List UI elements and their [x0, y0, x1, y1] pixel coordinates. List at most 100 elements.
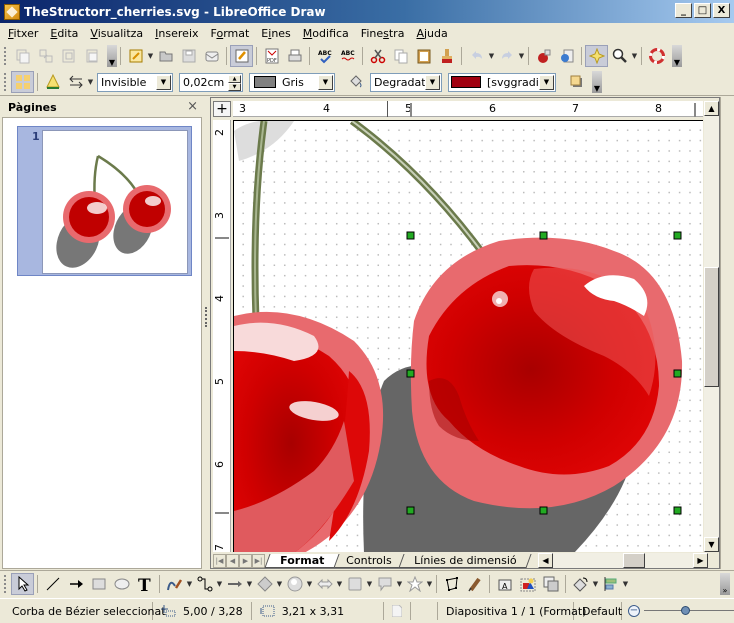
menu-format[interactable]: Format [205, 27, 256, 40]
cut-button[interactable] [366, 45, 389, 67]
align-dropdown[interactable]: ▼ [622, 580, 629, 588]
symbol-shapes-tool[interactable] [283, 573, 306, 595]
layer-tab-format[interactable]: Format [264, 553, 340, 568]
points-tool[interactable] [440, 573, 463, 595]
next-tab-button[interactable]: ▶ [239, 553, 252, 568]
select-tool[interactable] [11, 573, 34, 595]
functions-button[interactable] [585, 45, 608, 67]
gallery-button[interactable] [532, 45, 555, 67]
basic-shapes-dropdown[interactable]: ▼ [276, 580, 283, 588]
line-tool[interactable] [41, 573, 64, 595]
chevron-down-icon[interactable]: ▼ [156, 74, 171, 90]
menu-edita[interactable]: Edita [44, 27, 84, 40]
ruler-origin-button[interactable]: + [213, 101, 231, 117]
styles-button[interactable] [11, 71, 34, 93]
line-style-select[interactable]: Invisible ▼ [97, 72, 173, 92]
flowchart-tool[interactable] [343, 573, 366, 595]
line-arrow-tool[interactable] [64, 573, 87, 595]
line-width-field[interactable]: 0,02cm ▲ ▼ [179, 72, 243, 92]
connector-dropdown[interactable]: ▼ [216, 580, 223, 588]
zoom-slider[interactable] [644, 602, 734, 620]
scroll-down-button[interactable]: ▼ [704, 537, 719, 552]
document-modified-status[interactable] [382, 602, 411, 620]
undo-button[interactable] [465, 45, 488, 67]
stars-dropdown[interactable]: ▼ [426, 580, 433, 588]
callouts-dropdown[interactable]: ▼ [396, 580, 403, 588]
close-button[interactable]: X [713, 3, 730, 18]
menu-eines[interactable]: Eines [255, 27, 297, 40]
selection-handle[interactable] [406, 369, 415, 378]
toolbar-grip[interactable] [4, 575, 7, 593]
open-button[interactable] [154, 45, 177, 67]
menu-visualitza[interactable]: Visualitza [84, 27, 149, 40]
copy-page-button[interactable] [57, 45, 80, 67]
vertical-ruler[interactable]: 2 3 4 5 6 7 [213, 120, 231, 552]
selection-handle[interactable] [539, 231, 548, 240]
from-file-tool[interactable] [516, 573, 539, 595]
symbol-shapes-dropdown[interactable]: ▼ [306, 580, 313, 588]
curve-tool[interactable] [163, 573, 186, 595]
horizontal-scrollbar[interactable]: ◀ ▶ [538, 553, 708, 568]
area-fill-select[interactable]: [svggradier ▼ [448, 72, 556, 92]
lines-arrows-dropdown[interactable]: ▼ [246, 580, 253, 588]
toolbar-overflow-button[interactable]: ▼ [107, 45, 117, 67]
master-page-status[interactable]: Default [574, 602, 622, 620]
area-button[interactable] [344, 71, 367, 93]
new-button[interactable] [124, 45, 147, 67]
line-width-stepper[interactable]: ▲ ▼ [228, 74, 241, 91]
toolbar-overflow-button[interactable]: » [720, 573, 730, 595]
chevron-down-icon[interactable]: ▼ [425, 74, 440, 90]
spellcheck-button[interactable]: ABC [313, 45, 336, 67]
horizontal-scroll-thumb[interactable] [623, 553, 645, 568]
scroll-left-button[interactable]: ◀ [538, 553, 553, 568]
export-pdf-button[interactable]: PDF [260, 45, 283, 67]
gallery-tool[interactable] [539, 573, 562, 595]
callouts-tool[interactable] [373, 573, 396, 595]
last-tab-button[interactable]: ▶| [252, 553, 265, 568]
first-tab-button[interactable]: |◀ [213, 553, 226, 568]
undo-dropdown[interactable]: ▼ [488, 52, 495, 60]
selection-handle[interactable] [406, 506, 415, 515]
selection-handle[interactable] [673, 369, 682, 378]
zoom-dropdown[interactable]: ▼ [631, 52, 638, 60]
text-tool[interactable]: T [133, 573, 156, 595]
toolbar-grip[interactable] [4, 47, 7, 65]
glue-points-tool[interactable] [463, 573, 486, 595]
signature-status[interactable] [411, 602, 438, 620]
rotate-dropdown[interactable]: ▼ [592, 580, 599, 588]
redo-button[interactable] [495, 45, 518, 67]
toolbar-grip[interactable] [4, 73, 7, 91]
align-tool[interactable] [599, 573, 622, 595]
prev-tab-button[interactable]: ◀ [226, 553, 239, 568]
layer-tab-controls[interactable]: Controls [330, 553, 408, 568]
layer-tab-dimension-lines[interactable]: Línies de dimensió [398, 553, 532, 568]
shadow-button[interactable] [565, 71, 588, 93]
redo-dropdown[interactable]: ▼ [518, 52, 525, 60]
minimize-button[interactable]: _ [675, 3, 692, 18]
stars-tool[interactable] [403, 573, 426, 595]
selection-handle[interactable] [406, 231, 415, 240]
toolbar-overflow-button[interactable]: ▼ [592, 71, 602, 93]
scroll-right-button[interactable]: ▶ [693, 553, 708, 568]
area-style-select[interactable]: Degradat ▼ [370, 72, 442, 92]
ellipse-tool[interactable] [110, 573, 133, 595]
maximize-button[interactable]: □ [694, 3, 711, 18]
duplicate-button[interactable] [34, 45, 57, 67]
basic-shapes-tool[interactable] [253, 573, 276, 595]
navigator-button[interactable] [555, 45, 578, 67]
flowchart-dropdown[interactable]: ▼ [366, 580, 373, 588]
edit-file-button[interactable] [230, 45, 253, 67]
rectangle-tool[interactable] [87, 573, 110, 595]
toolbar-overflow-button[interactable]: ▼ [672, 45, 682, 67]
panel-splitter[interactable] [202, 97, 210, 569]
autospellcheck-button[interactable]: ABC [336, 45, 359, 67]
save-button[interactable] [177, 45, 200, 67]
help-button[interactable] [645, 45, 668, 67]
slide-thumbnail-item[interactable]: 1 [17, 126, 192, 276]
menu-ajuda[interactable]: Ajuda [410, 27, 453, 40]
curve-dropdown[interactable]: ▼ [186, 580, 193, 588]
menu-finestra[interactable]: Finestra [355, 27, 411, 40]
chevron-down-icon[interactable]: ▼ [539, 74, 554, 90]
close-panel-icon[interactable]: × [187, 99, 198, 114]
vertical-scrollbar[interactable]: ▲ ▼ [704, 101, 719, 552]
